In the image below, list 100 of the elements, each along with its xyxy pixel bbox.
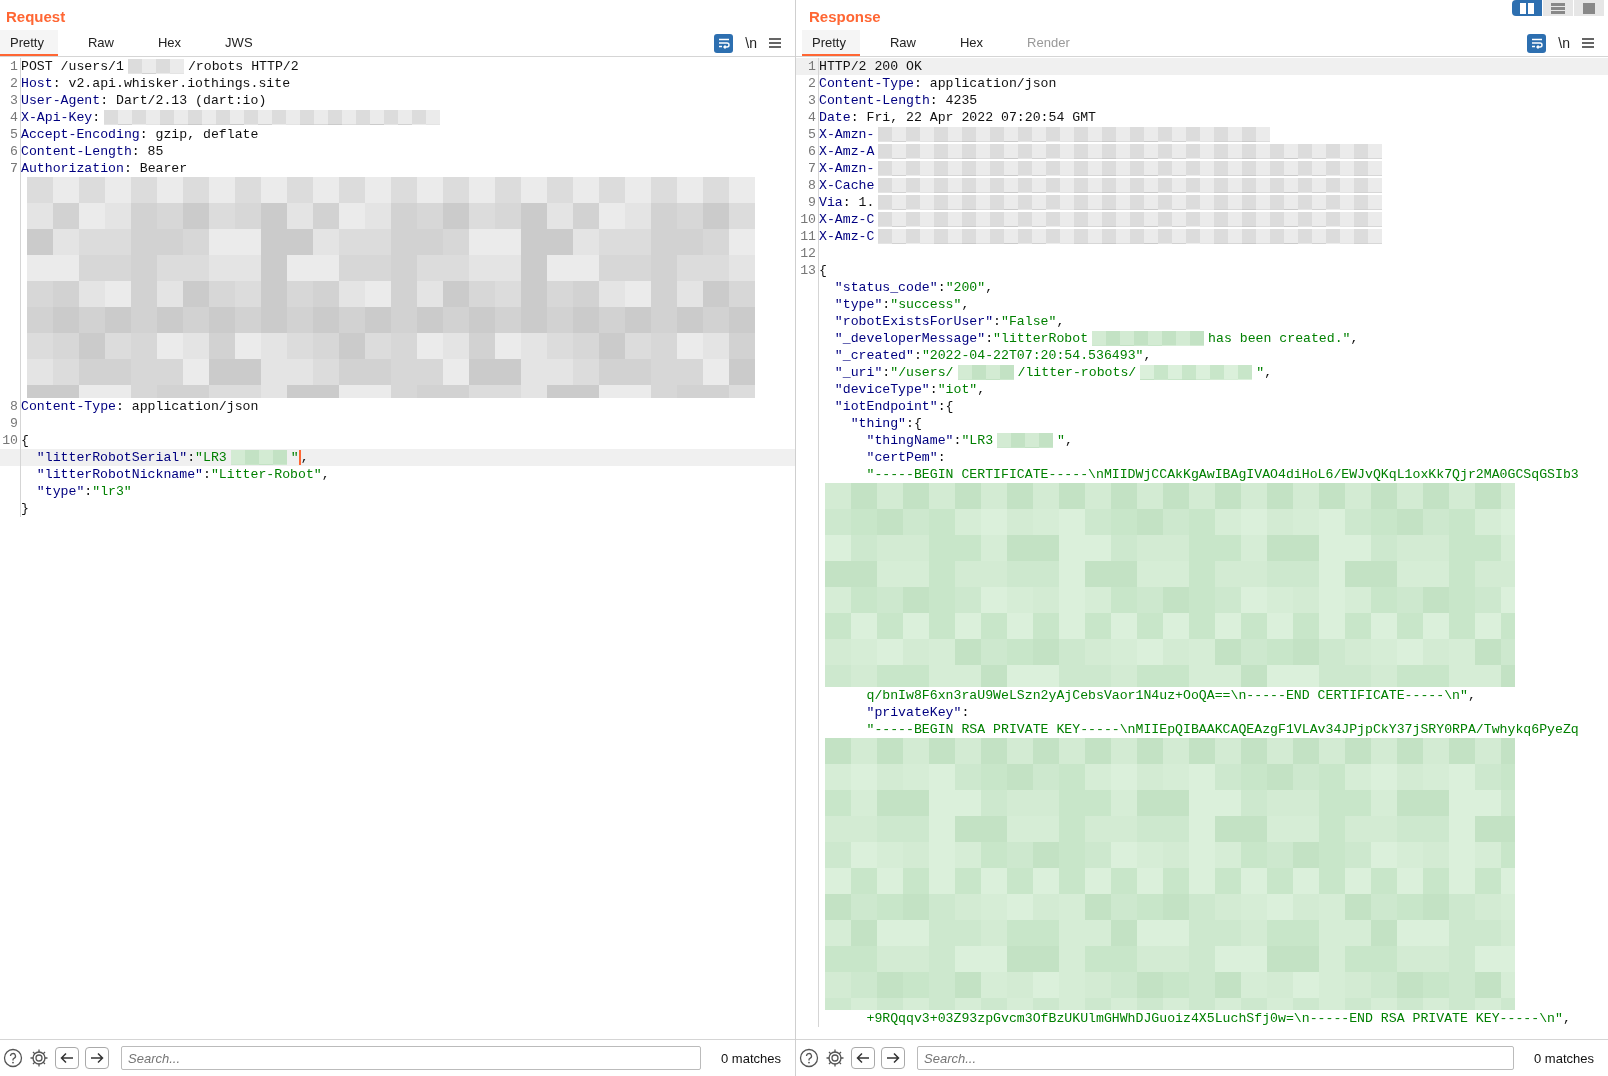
word-wrap-button[interactable] — [1527, 33, 1547, 53]
code-text: "litterRobotSerial":"LR3 — [36, 449, 227, 466]
left-arrow-icon — [60, 1052, 74, 1064]
line-number: 11 — [800, 229, 816, 244]
code-text: Content-Type: application/json — [21, 398, 259, 415]
newline-toggle[interactable]: \n — [745, 35, 757, 51]
view-tab[interactable]: Raw — [77, 30, 128, 56]
back-button[interactable] — [851, 1047, 875, 1069]
code-text: "iotEndpoint":{ — [834, 398, 954, 415]
right-arrow-icon — [886, 1052, 900, 1064]
line-number: 8 — [808, 178, 816, 193]
code-text: "_uri":"/users/ — [834, 364, 954, 381]
code-text: , — [300, 449, 309, 466]
view-tab[interactable]: Pretty — [0, 30, 58, 56]
code-text: POST /users/1 — [21, 58, 124, 75]
line-number: 4 — [808, 110, 816, 125]
settings-icon[interactable] — [825, 1048, 845, 1068]
line-number: 7 — [10, 161, 18, 176]
line-number: 12 — [800, 246, 816, 261]
line-number: 3 — [10, 93, 18, 108]
line-number: 5 — [808, 127, 816, 142]
code-text: { — [819, 262, 827, 279]
code-text: ", — [1057, 432, 1073, 449]
newline-toggle[interactable]: \n — [1558, 35, 1570, 51]
line-number: 7 — [808, 161, 816, 176]
line-number: 1 — [10, 59, 18, 74]
view-tab[interactable]: Hex — [950, 30, 998, 56]
code-text: Content-Length: 85 — [21, 143, 164, 160]
code-text: "robotExistsForUser":"False", — [834, 313, 1065, 330]
code-text: "type":"success", — [834, 296, 970, 313]
search-field[interactable]: Search... — [121, 1046, 701, 1070]
search-field[interactable]: Search... — [917, 1046, 1514, 1070]
help-icon[interactable] — [3, 1048, 23, 1068]
match-count: 0 matches — [1534, 1050, 1594, 1066]
code-text: Via: 1. — [819, 194, 875, 211]
code-text: "type":"lr3" — [36, 483, 132, 500]
code-text: "deviceType":"iot", — [834, 381, 986, 398]
code-text: "status_code":"200", — [834, 279, 994, 296]
text-cursor — [298, 450, 301, 465]
wrap-icon — [1530, 37, 1543, 49]
code-text: /robots HTTP/2 — [187, 58, 299, 75]
columns-icon — [1520, 2, 1534, 14]
code-text: X-Amzn- — [819, 126, 875, 143]
match-count: 0 matches — [721, 1050, 781, 1066]
line-number: 4 — [10, 110, 18, 125]
menu-button[interactable] — [769, 38, 781, 48]
code-text: HTTP/2 200 OK — [819, 58, 922, 75]
panel-title: Response — [809, 8, 881, 27]
code-text: Date: Fri, 22 Apr 2022 07:20:54 GMT — [819, 109, 1096, 126]
redaction-mosaic — [957, 365, 1014, 380]
code-text: q/bnIw8F6xn3raU9WeLSzn2yAjCebsVaor1N4uz+OoQA==\n-----END CERTIFICATE-----\n", — [866, 687, 1476, 704]
layout-toggle-button[interactable] — [1543, 0, 1573, 16]
code-text: { — [21, 432, 29, 449]
code-text: Content-Length: 4235 — [819, 92, 978, 109]
settings-icon[interactable] — [29, 1048, 49, 1068]
forward-button[interactable] — [881, 1047, 905, 1069]
code-text: "privateKey": — [866, 704, 970, 721]
layout-toggle-button[interactable] — [1512, 0, 1542, 16]
line-number: 2 — [10, 76, 18, 91]
view-tab[interactable]: Hex — [148, 30, 196, 56]
square-icon — [1582, 2, 1596, 14]
line-number: 8 — [10, 399, 18, 414]
code-text: " — [290, 449, 299, 466]
code-text: X-Api-Key: — [21, 109, 101, 126]
line-number: 6 — [808, 144, 816, 159]
line-number: 13 — [800, 263, 816, 278]
redaction-mosaic — [997, 433, 1054, 448]
redaction-mosaic — [230, 450, 287, 465]
right-arrow-icon — [90, 1052, 104, 1064]
layout-toggle-button[interactable] — [1574, 0, 1604, 16]
code-text: User-Agent: Dart/2.13 (dart:io) — [21, 92, 267, 109]
rows-icon — [1551, 2, 1565, 14]
panel-title: Request — [6, 8, 66, 27]
code-text: "_created":"2022-04-22T07:20:54.536493", — [834, 347, 1152, 364]
line-number: 5 — [10, 127, 18, 142]
view-tab[interactable]: JWS — [215, 30, 267, 56]
menu-icon — [1582, 38, 1594, 48]
code-text: Host: v2.api.whisker.iothings.site — [21, 75, 291, 92]
code-text: X-Amz-C — [819, 228, 875, 245]
help-icon[interactable] — [799, 1048, 819, 1068]
code-text: "thingName":"LR3 — [866, 432, 994, 449]
code-text: X-Amzn- — [819, 160, 875, 177]
redaction-mosaic — [127, 59, 184, 74]
word-wrap-button[interactable] — [714, 33, 734, 53]
view-tab[interactable]: Raw — [879, 30, 930, 56]
line-number: 9 — [808, 195, 816, 210]
code-text: "litterRobotNickname":"Litter-Robot", — [36, 466, 330, 483]
code-text: "thing":{ — [850, 415, 922, 432]
code-text: } — [21, 500, 29, 517]
code-text: Content-Type: application/json — [819, 75, 1057, 92]
forward-button[interactable] — [85, 1047, 109, 1069]
code-text: "-----BEGIN CERTIFICATE-----\nMIIDWjCCAkKgAwIBAgIVAO4diHoL6/EWJvQKqL1oxKk7Qjr2MA0GCSqGSIb3 — [866, 466, 1579, 483]
code-text: X-Amz-A — [819, 143, 875, 160]
back-button[interactable] — [55, 1047, 79, 1069]
menu-icon — [769, 38, 781, 48]
menu-button[interactable] — [1582, 38, 1594, 48]
view-tab[interactable]: Pretty — [802, 30, 860, 56]
code-text: /litter-robots/ — [1017, 364, 1137, 381]
code-text: X-Amz-C — [819, 211, 875, 228]
line-number: 3 — [808, 93, 816, 108]
